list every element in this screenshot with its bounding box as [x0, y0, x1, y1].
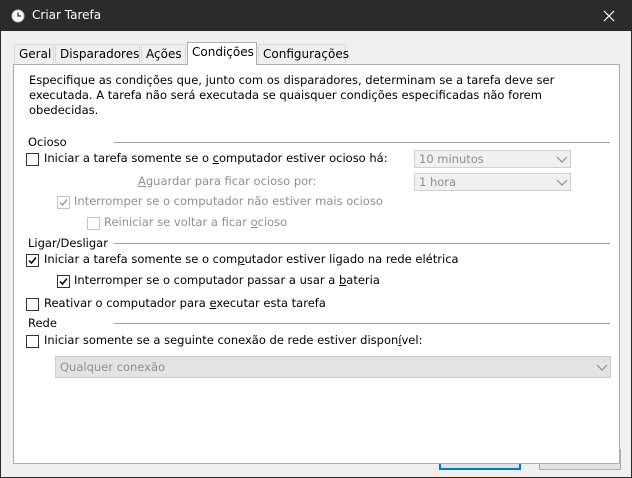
wait-idle-label: Aguardar para ficar ocioso por:: [138, 174, 317, 188]
tab-configuracoes[interactable]: Configurações: [258, 44, 349, 63]
start-idle-checkbox[interactable]: [26, 153, 39, 166]
tab-label: Configurações: [263, 47, 349, 61]
tab-label: Ações: [146, 47, 182, 61]
restart-idle-checkbox[interactable]: [87, 217, 100, 230]
wait-duration-select[interactable]: 1 hora: [414, 173, 571, 191]
divider: [114, 243, 610, 244]
tab-condicoes[interactable]: Condições: [187, 42, 257, 65]
wait-duration-value: 1 hora: [419, 175, 457, 189]
tab-label: Condições: [192, 45, 254, 59]
restart-idle-label: Reiniciar se voltar a ficar ocioso: [104, 215, 288, 229]
tab-geral[interactable]: Geral: [14, 44, 54, 63]
tab-acoes[interactable]: Ações: [141, 44, 186, 63]
divider: [114, 323, 610, 324]
group-label-idle: Ocioso: [28, 135, 71, 149]
conditions-panel: Especifique as condições que, junto com …: [13, 64, 620, 464]
wake-checkbox[interactable]: [26, 298, 39, 311]
ac-power-checkbox[interactable]: [26, 254, 39, 267]
stop-not-idle-label: Interromper se o computador não estiver …: [74, 194, 383, 208]
description-text: Especifique as condições que, junto com …: [29, 73, 555, 117]
tab-disparadores[interactable]: Disparadores: [55, 44, 140, 63]
stop-battery-checkbox[interactable]: [57, 275, 70, 288]
wake-label: Reativar o computador para executar esta…: [44, 296, 326, 310]
chevron-down-icon: [556, 156, 568, 163]
checkmark-icon: [59, 278, 68, 286]
chevron-down-icon: [556, 179, 568, 186]
close-icon: [603, 10, 615, 21]
clock-icon: [11, 9, 25, 23]
checkmark-icon: [28, 257, 37, 265]
divider: [114, 142, 610, 143]
tab-label: Disparadores: [60, 47, 140, 61]
title-bar: Criar Tarefa: [0, 0, 632, 31]
stop-battery-label: Interromper se o computador passar a usa…: [74, 273, 380, 287]
start-idle-label: Iniciar a tarefa somente se o computador…: [44, 151, 388, 165]
network-checkbox[interactable]: [26, 335, 39, 348]
stop-not-idle-checkbox[interactable]: [57, 196, 70, 209]
tab-label: Geral: [19, 47, 52, 61]
group-label-network: Rede: [28, 316, 61, 330]
network-connection-select[interactable]: Qualquer conexão: [55, 356, 611, 378]
ac-power-label: Iniciar a tarefa somente se o computador…: [44, 252, 459, 266]
checkmark-icon: [59, 199, 68, 207]
dialog-body: Geral Disparadores Ações Condições Confi…: [0, 31, 632, 478]
network-connection-value: Qualquer conexão: [60, 360, 166, 374]
window-title: Criar Tarefa: [32, 8, 102, 22]
group-label-power: Ligar/Desligar: [28, 236, 112, 250]
chevron-down-icon: [596, 364, 608, 371]
idle-duration-select[interactable]: 10 minutos: [414, 150, 571, 168]
idle-duration-value: 10 minutos: [419, 152, 484, 166]
network-label: Iniciar somente se a seguinte conexão de…: [44, 333, 423, 347]
close-button[interactable]: [586, 0, 632, 31]
